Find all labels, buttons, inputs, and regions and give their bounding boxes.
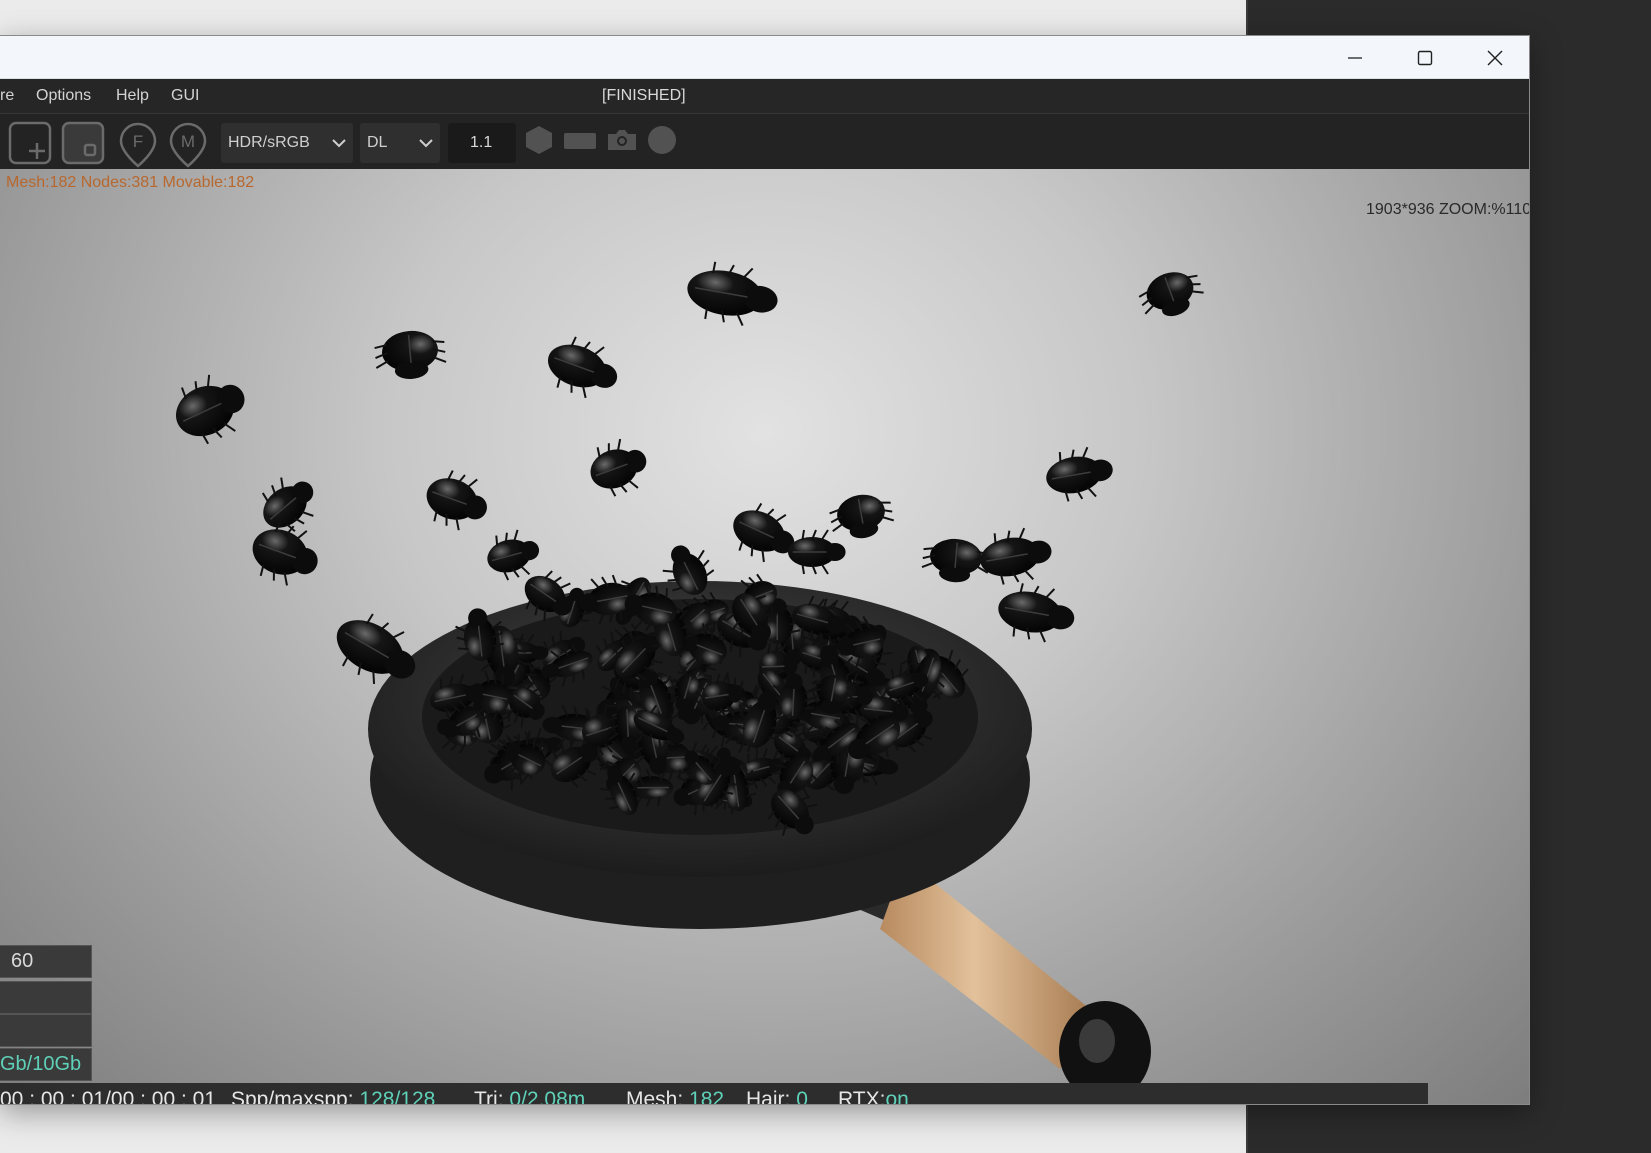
flying-beetle — [374, 330, 447, 380]
flying-beetle — [829, 494, 895, 539]
maximize-button[interactable] — [1390, 36, 1460, 79]
chevron-down-icon — [332, 139, 346, 148]
hair-stat: Hair: 0 — [746, 1088, 808, 1105]
camera-icon[interactable] — [605, 124, 639, 156]
fps-field[interactable]: 60 — [0, 945, 92, 978]
hair-label: Hair: — [746, 1088, 791, 1105]
flying-beetle — [261, 477, 314, 533]
m-pin-icon: M — [169, 122, 207, 168]
m-pin-button[interactable]: M — [166, 121, 210, 168]
svg-text:M: M — [181, 132, 195, 151]
menu-item-gui[interactable]: GUI — [171, 87, 199, 105]
flying-beetle — [426, 470, 487, 531]
close-button[interactable] — [1460, 36, 1529, 79]
menu-item-options[interactable]: Options — [36, 87, 91, 105]
renderer-window: re Options Help GUI [FINISHED] F M HDR/s… — [0, 35, 1530, 1105]
menu-item-partial[interactable]: re — [0, 87, 14, 105]
rendered-scene — [175, 261, 1204, 1101]
rtx-value: on — [885, 1088, 909, 1105]
flying-beetle — [1138, 272, 1204, 317]
flying-beetle — [1046, 446, 1113, 502]
title-bar[interactable] — [0, 36, 1529, 79]
flying-beetle — [980, 527, 1052, 585]
svg-text:F: F — [133, 132, 143, 151]
f-pin-icon: F — [119, 122, 157, 168]
side-field-blank[interactable] — [0, 981, 92, 1014]
sphere-icon[interactable] — [646, 124, 678, 156]
display-transform-value: HDR/sRGB — [228, 134, 310, 151]
toolbar: F M HDR/sRGB DL 1.1 — [0, 114, 1529, 169]
chevron-down-icon — [419, 139, 433, 148]
tri-stat: Tri: 0/2.08m — [474, 1088, 586, 1105]
hexagon-icon[interactable] — [523, 124, 555, 156]
render-mode-value: DL — [367, 134, 388, 151]
display-transform-dropdown[interactable]: HDR/sRGB — [221, 123, 353, 163]
rectangle-light-icon[interactable] — [562, 124, 598, 156]
tri-label: Tri: — [474, 1088, 504, 1105]
close-icon — [1487, 50, 1503, 65]
menu-bar: re Options Help GUI [FINISHED] — [0, 79, 1529, 114]
mesh-stat: Mesh: 182 — [626, 1088, 725, 1105]
zoom-readout: 1903*936 ZOOM:%110 — [1366, 201, 1530, 218]
rtx-stat: RTX:on — [838, 1088, 909, 1105]
flying-beetle — [175, 374, 245, 445]
render-viewport[interactable]: Mesh:182 Nodes:381 Movable:182 1903*936 … — [0, 169, 1530, 1105]
spp-stat: Spp/maxspp: 128/128 — [231, 1088, 436, 1105]
side-field-blank[interactable] — [0, 1014, 92, 1047]
maximize-icon — [1417, 50, 1433, 65]
flying-beetle — [590, 438, 647, 497]
flying-beetle — [547, 336, 618, 399]
mesh-value: 182 — [689, 1088, 725, 1105]
render-time: 00 : 00 : 01/00 : 00 : 01 — [0, 1088, 216, 1105]
frame-select-icon — [61, 121, 105, 165]
spp-value: 128/128 — [359, 1088, 436, 1105]
exposure-input[interactable]: 1.1 — [448, 123, 516, 163]
minimize-icon — [1348, 56, 1362, 59]
frame-select-button[interactable] — [61, 121, 105, 165]
flying-beetle — [998, 583, 1075, 643]
render-state-label: [FINISHED] — [602, 87, 686, 104]
flying-beetle — [788, 529, 846, 575]
add-scene-icon — [8, 121, 52, 165]
menu-item-help[interactable]: Help — [116, 87, 149, 105]
render-mode-dropdown[interactable]: DL — [360, 123, 440, 163]
rtx-label: RTX: — [838, 1088, 886, 1105]
flying-beetle — [921, 538, 990, 583]
spp-label: Spp/maxspp: — [231, 1088, 354, 1105]
hair-value: 0 — [796, 1088, 808, 1105]
flying-beetle — [487, 529, 540, 581]
tri-value: 0/2.08m — [509, 1088, 586, 1105]
f-pin-button[interactable]: F — [116, 121, 160, 168]
memory-usage-field: Gb/10Gb — [0, 1048, 92, 1081]
render-status-bar: 00 : 00 : 01/00 : 00 : 01 Spp/maxspp: 12… — [0, 1083, 1428, 1105]
minimize-button[interactable] — [1320, 36, 1390, 79]
scene-stats: Mesh:182 Nodes:381 Movable:182 — [6, 174, 255, 191]
flying-beetle — [687, 261, 778, 326]
add-scene-button[interactable] — [8, 121, 52, 165]
mesh-label: Mesh: — [626, 1088, 684, 1105]
